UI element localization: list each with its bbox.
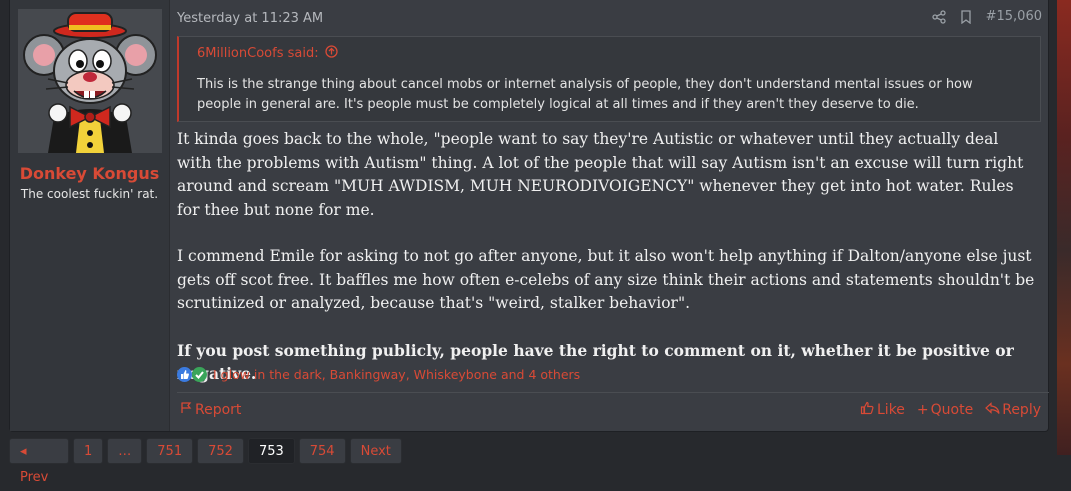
report-label: Report — [195, 401, 242, 418]
background-edge — [1057, 0, 1071, 455]
post-timestamp[interactable]: Yesterday at 11:23 AM — [177, 11, 323, 26]
prev-page-button[interactable]: ◂ Prev — [9, 438, 69, 485]
flag-icon — [180, 401, 193, 418]
footer-divider — [177, 392, 1049, 393]
post-paragraph: It kinda goes back to the whole, "people… — [177, 130, 1024, 219]
quote-author[interactable]: 6MillionCoofs said: — [197, 46, 319, 61]
arrow-up-circle-icon[interactable] — [324, 45, 338, 62]
thumbs-up-icon — [860, 401, 875, 419]
pagination-ellipsis[interactable]: … — [107, 438, 143, 464]
post-number[interactable]: #15,060 — [986, 9, 1042, 24]
next-page-button[interactable]: Next — [349, 438, 402, 464]
quote-label: Quote — [930, 402, 974, 418]
next-label: Next — [360, 444, 391, 459]
quote-text: This is the strange thing about cancel m… — [197, 77, 973, 112]
page-754-link[interactable]: 754 — [298, 438, 346, 464]
like-label: Like — [877, 402, 905, 418]
avatar[interactable] — [18, 9, 162, 153]
plus-icon: + — [916, 402, 929, 418]
quote-button[interactable]: + Quote — [917, 401, 973, 419]
page-1-link[interactable]: 1 — [73, 438, 104, 464]
quote-header[interactable]: 6MillionCoofs said: — [197, 45, 338, 62]
prev-label: Prev — [20, 470, 49, 485]
quote-block: 6MillionCoofs said: This is the strange … — [177, 36, 1041, 122]
post-paragraph: I commend Emile for asking to not go aft… — [177, 247, 1035, 312]
report-button[interactable]: Report — [180, 401, 241, 418]
share-icon[interactable] — [931, 9, 946, 24]
page-751-link[interactable]: 751 — [146, 438, 194, 464]
chevron-left-icon: ◂ — [20, 444, 27, 459]
post-meta-actions: #15,060 — [931, 9, 1042, 24]
page-752-link[interactable]: 752 — [197, 438, 244, 464]
reactions-list[interactable]: I glow in the dark, Bankingway, Whiskeyb… — [213, 367, 580, 382]
username[interactable]: Donkey Kongus — [10, 164, 169, 183]
reply-arrow-icon — [985, 401, 1000, 419]
post-actions: Like + Quote Reply — [860, 401, 1041, 419]
like-reaction-icon — [177, 367, 192, 382]
reactions-bar[interactable]: I glow in the dark, Bankingway, Whiskeyb… — [177, 367, 580, 382]
reply-button[interactable]: Reply — [985, 401, 1041, 419]
pagination: ◂ Prev 1 … 751 752 753 754 Next — [9, 438, 402, 485]
like-button[interactable]: Like — [860, 401, 905, 419]
user-sidebar: Donkey Kongus The coolest fuckin' rat. — [10, 0, 170, 431]
page-753-current[interactable]: 753 — [247, 438, 295, 464]
reply-label: Reply — [1002, 402, 1041, 418]
user-title: The coolest fuckin' rat. — [20, 187, 159, 201]
check-reaction-icon — [192, 367, 207, 382]
bookmark-icon[interactable] — [960, 9, 972, 24]
